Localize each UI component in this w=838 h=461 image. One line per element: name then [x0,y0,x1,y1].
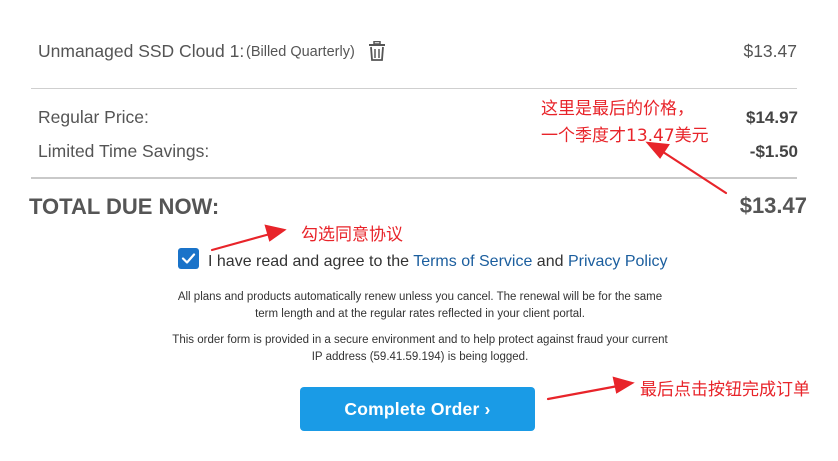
product-name: Unmanaged SSD Cloud 1: [38,41,245,61]
arrow-line [210,232,272,252]
arrow-head [612,376,635,394]
agree-checkbox[interactable] [178,248,199,269]
check-icon [181,253,196,264]
terms-of-service-link[interactable]: Terms of Service [413,253,532,270]
regular-price-label: Regular Price: [38,107,149,127]
security-notice: This order form is provided in a secure … [150,332,690,366]
agreement-text-prefix: I have read and agree to the [208,253,414,270]
total-due-label: TOTAL DUE NOW: [29,194,220,219]
complete-order-button[interactable]: Complete Order › [300,387,535,431]
button-annotation: 最后点击按钮完成订单 [640,380,810,400]
renewal-notice: All plans and products automatically ren… [150,289,690,323]
divider [31,177,797,179]
total-due-value: $13.47 [739,193,807,218]
privacy-policy-link[interactable]: Privacy Policy [568,253,668,270]
agreement-text: I have read and agree to the Terms of Se… [208,253,668,271]
billing-cycle: (Billed Quarterly) [246,44,355,60]
trash-icon[interactable] [368,40,386,61]
arrow-line [546,384,620,401]
savings-label: Limited Time Savings: [38,141,210,161]
agreement-text-and: and [532,253,568,270]
checkbox-annotation: 勾选同意协议 [301,225,403,245]
price-annotation-line: 这里是最后的价格， [541,99,694,119]
divider [31,88,797,89]
price-annotation-line: 一个季度才13.47美元 [541,126,709,146]
security-notice-line: IP address (59.41.59.194) is being logge… [311,351,529,363]
arrow-head [264,224,287,242]
renewal-notice-line: term length and at the regular rates ref… [255,308,585,320]
arrow-line [658,148,728,195]
price-annotation: 这里是最后的价格， 一个季度才13.47美元 [541,96,709,150]
savings-value: -$1.50 [749,142,798,161]
regular-price-value: $14.97 [746,108,798,127]
renewal-notice-line: All plans and products automatically ren… [177,291,663,303]
security-notice-line: This order form is provided in a secure … [172,334,668,346]
line-item-price: $13.47 [743,41,797,61]
